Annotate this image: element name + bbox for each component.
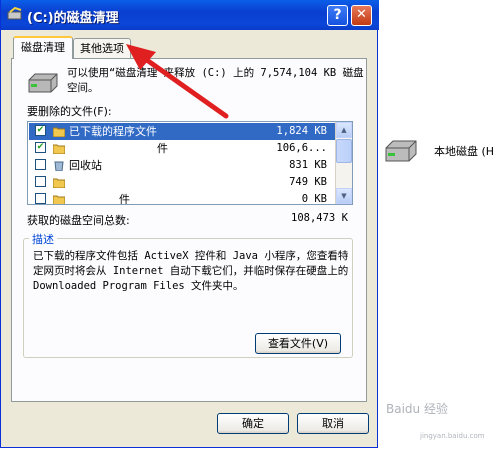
checkbox[interactable]: ✔: [35, 125, 46, 136]
folder-icon: [53, 144, 65, 154]
file-name: 件: [157, 142, 168, 155]
folder-icon: [53, 195, 65, 204]
ok-button[interactable]: 确定: [217, 413, 289, 434]
file-size: 749 KB: [289, 176, 327, 188]
total-space-label: 获取的磁盘空间总数:: [27, 214, 130, 227]
watermark: Baidu 经验: [386, 402, 448, 416]
help-button[interactable]: ?: [327, 5, 348, 26]
file-size: 0 KB: [301, 193, 327, 205]
close-button[interactable]: ✕: [351, 5, 372, 26]
window-title: (C:)的磁盘清理: [27, 11, 119, 26]
redacted-region: [76, 142, 156, 155]
file-name: 已下载的程序文件: [69, 125, 157, 138]
folder-icon: [53, 127, 65, 137]
files-listbox[interactable]: ✔ 已下载的程序文件 1,824 KB ✔ 件 106,6... 回收站 831…: [27, 121, 353, 205]
file-size: 1,824 KB: [276, 125, 327, 137]
watermark-url: jingyan.baidu.com: [420, 432, 485, 440]
list-scrollbar[interactable]: ▲ ▼: [335, 122, 352, 204]
desktop-drive-label[interactable]: 本地磁盘 (H: [434, 143, 494, 159]
redacted-region: [76, 193, 116, 204]
hard-drive-icon[interactable]: [384, 138, 418, 164]
cancel-button[interactable]: 取消: [297, 413, 369, 434]
file-size: 831 KB: [289, 159, 327, 171]
tab-disk-cleanup[interactable]: 磁盘清理: [13, 36, 73, 59]
files-to-delete-label: 要删除的文件(F):: [27, 105, 112, 118]
checkbox[interactable]: [35, 176, 46, 187]
scroll-up-icon[interactable]: ▲: [336, 122, 352, 138]
scroll-down-icon[interactable]: ▼: [336, 188, 352, 204]
checkbox[interactable]: [35, 193, 46, 204]
file-name: 件: [119, 193, 130, 205]
redacted-region: [76, 176, 166, 189]
file-name: 回收站: [69, 159, 102, 172]
title-bar[interactable]: (C:)的磁盘清理 ? ✕: [1, 0, 379, 30]
checkbox[interactable]: [35, 159, 46, 170]
file-size: 106,6...: [276, 142, 327, 154]
disk-cleanup-icon: [7, 7, 22, 20]
description-title: 描述: [29, 231, 57, 247]
hard-drive-icon: [28, 73, 58, 93]
view-files-button[interactable]: 查看文件(V): [255, 333, 341, 354]
checkbox[interactable]: ✔: [35, 142, 46, 153]
list-item[interactable]: 回收站 831 KB: [29, 157, 337, 174]
recycle-bin-icon: [54, 161, 64, 171]
list-item[interactable]: ✔ 已下载的程序文件 1,824 KB: [29, 123, 337, 140]
description-text: 已下载的程序文件包括 ActiveX 控件和 Java 小程序，您查看特定网页时…: [33, 250, 349, 292]
total-space-value: 108,473 K: [291, 212, 348, 224]
scroll-thumb[interactable]: [336, 139, 352, 163]
folder-icon: [53, 178, 65, 188]
annotation-arrow-icon: [126, 44, 229, 119]
